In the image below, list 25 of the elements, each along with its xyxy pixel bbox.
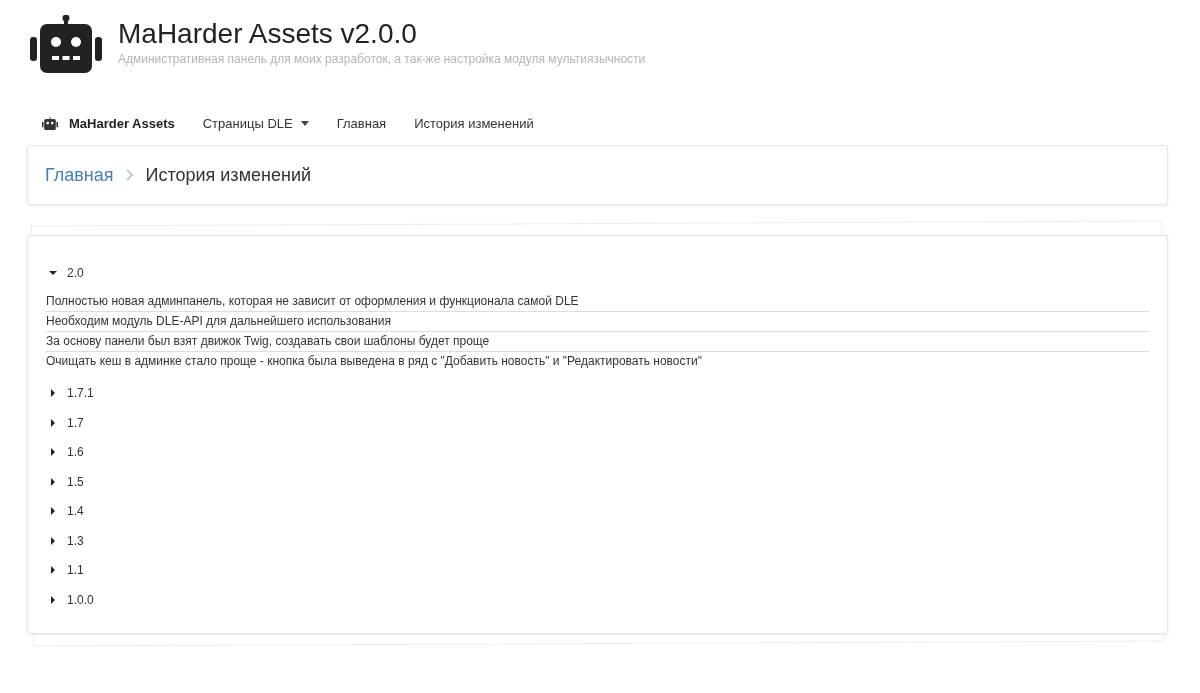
version-toggle[interactable]: 1.7 (46, 408, 1149, 438)
version-toggle[interactable]: 1.4 (46, 496, 1149, 526)
change-item: Полностью новая админпанель, которая не зависит от оформления и функционала самой DLE (46, 291, 1149, 312)
caret-icon (300, 120, 309, 126)
nav-link[interactable]: Главная (336, 115, 387, 131)
version-toggle[interactable]: 1.0.0 (46, 585, 1149, 615)
site-subtitle: Административная панель для моих разработок, а так-же настройка модуля мультиязычности (118, 52, 646, 66)
breadcrumb-current: История изменений (145, 164, 311, 186)
change-item: За основу панели был взят движок Twig, создавать свои шаблоны будет проще (46, 331, 1149, 352)
site-title: MaHarder Assets v2.0.0 (118, 18, 418, 50)
breadcrumb-link[interactable]: Главная (45, 164, 114, 186)
version-toggle[interactable]: 1.1 (46, 555, 1149, 585)
chevron-icon (125, 169, 134, 181)
change-item: Необходим модуль DLE-API для дальнейшего использования (46, 311, 1149, 332)
robot-icon (30, 15, 102, 73)
version-toggle[interactable]: 2.0 (46, 258, 1149, 288)
version-toggle[interactable]: 1.5 (46, 467, 1149, 497)
version-toggle[interactable]: 1.6 (46, 437, 1149, 467)
nav-link[interactable]: История изменений (414, 115, 534, 131)
version-toggle[interactable]: 1.3 (46, 526, 1149, 556)
version-toggle[interactable]: 1.7.1 (46, 378, 1149, 408)
brand-link[interactable]: MaHarder Assets (42, 115, 175, 131)
change-item: Очищать кеш в админке стало проще - кнопка была выведена в ряд с "Добавить новость" и "Редактировать новости" (46, 352, 703, 370)
robot-icon (42, 116, 58, 130)
nav-dropdown[interactable]: Страницы DLE (202, 115, 309, 131)
